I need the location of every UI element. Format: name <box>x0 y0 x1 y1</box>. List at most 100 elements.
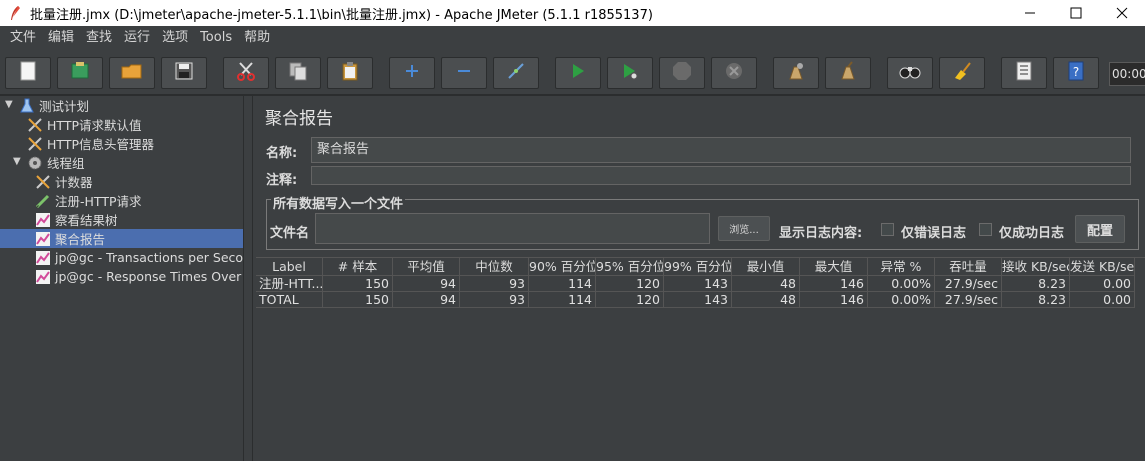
table-cell: 114 <box>529 292 596 308</box>
configure-button[interactable]: 配置 <box>1075 215 1125 243</box>
comment-field[interactable] <box>311 166 1131 185</box>
save-button[interactable] <box>161 57 207 89</box>
table-cell: 48 <box>732 276 800 292</box>
split-pane-divider[interactable] <box>243 96 253 461</box>
table-cell: 48 <box>732 292 800 308</box>
tree-item-label: 线程组 <box>47 156 85 171</box>
table-row[interactable]: TOTAL 150 94 93 114 120 143 48 146 0.00%… <box>256 292 1135 308</box>
toolbar: ? 00:00: <box>0 52 1145 94</box>
clear-button[interactable] <box>773 57 819 89</box>
cut-button[interactable] <box>223 57 269 89</box>
column-header[interactable]: 异常 % <box>868 258 935 276</box>
help-button[interactable]: ? <box>1053 57 1099 89</box>
clear-all-button[interactable] <box>825 57 871 89</box>
column-header[interactable]: 中位数 <box>460 258 529 276</box>
collapse-all-button[interactable] <box>441 57 487 89</box>
table-cell: 0.00 <box>1070 276 1135 292</box>
success-only-checkbox[interactable] <box>979 223 992 236</box>
minimize-button[interactable] <box>1007 0 1053 26</box>
tree-item-label: jp@gc - Transactions per Second <box>55 250 243 265</box>
start-no-pauses-button[interactable] <box>607 57 653 89</box>
column-header[interactable]: 最小值 <box>732 258 800 276</box>
menu-tools[interactable]: Tools <box>194 26 238 50</box>
collapse-arrow-icon[interactable]: ▼ <box>13 156 21 167</box>
paste-button[interactable] <box>327 57 373 89</box>
templates-button[interactable] <box>57 57 103 89</box>
column-header[interactable]: 吞吐量 <box>935 258 1002 276</box>
table-cell: 150 <box>323 276 393 292</box>
column-header[interactable]: 发送 KB/sec <box>1070 258 1135 276</box>
menu-run[interactable]: 运行 <box>118 26 156 50</box>
tree-item-thread-group[interactable]: 线程组 <box>26 153 85 172</box>
table-cell: 27.9/sec <box>935 292 1002 308</box>
jmeter-feather-icon <box>6 4 24 22</box>
tree-item-results-tree[interactable]: 察看结果树 <box>34 210 118 229</box>
browse-button[interactable]: 浏览... <box>718 216 770 241</box>
column-header[interactable]: 95% 百分位 <box>596 258 664 276</box>
tree-item-tps[interactable]: jp@gc - Transactions per Second <box>34 248 243 267</box>
toggle-button[interactable] <box>493 57 539 89</box>
expand-all-button[interactable] <box>389 57 435 89</box>
table-row[interactable]: 注册-HTT... 150 94 93 114 120 143 48 146 0… <box>256 276 1135 292</box>
menu-edit[interactable]: 编辑 <box>42 26 80 50</box>
tree-item-label: jp@gc - Response Times Over Tir <box>55 269 243 284</box>
shutdown-button[interactable] <box>711 57 757 89</box>
column-header[interactable]: 90% 百分位 <box>529 258 596 276</box>
file-output-legend: 所有数据写入一个文件 <box>271 193 406 212</box>
scissors-icon <box>236 61 256 85</box>
start-button[interactable] <box>555 57 601 89</box>
open-button[interactable] <box>109 57 155 89</box>
column-header[interactable]: 接收 KB/sec <box>1002 258 1070 276</box>
broom-icon <box>838 61 858 85</box>
filename-label: 文件名 <box>270 226 310 241</box>
menu-help[interactable]: 帮助 <box>238 26 276 50</box>
reset-search-button[interactable] <box>939 57 985 89</box>
table-cell: 注册-HTT... <box>256 276 323 292</box>
pen-icon <box>34 192 52 210</box>
copy-button[interactable] <box>275 57 321 89</box>
wrench-icon <box>26 135 44 153</box>
tree-item-label: 测试计划 <box>39 99 90 114</box>
errors-only-checkbox[interactable] <box>881 223 894 236</box>
filename-field[interactable] <box>315 213 710 244</box>
wrench-icon <box>26 116 44 134</box>
tree-item-register-request[interactable]: 注册-HTTP请求 <box>34 191 142 210</box>
name-label: 名称: <box>266 146 298 161</box>
tree-item-label: HTTP信息头管理器 <box>47 137 154 152</box>
tree-item-label: 计数器 <box>55 175 93 190</box>
chart-icon <box>34 211 52 229</box>
collapse-arrow-icon[interactable]: ▼ <box>5 99 13 110</box>
column-header[interactable]: 最大值 <box>800 258 868 276</box>
aggregate-table: Label # 样本 平均值 中位数 90% 百分位 95% 百分位 99% 百… <box>256 257 1145 461</box>
tree-item-http-defaults[interactable]: HTTP请求默认值 <box>26 115 142 134</box>
tree-item-header-manager[interactable]: HTTP信息头管理器 <box>26 134 154 153</box>
table-cell: 146 <box>800 276 868 292</box>
column-header[interactable]: 99% 百分位 <box>664 258 732 276</box>
tree-item-response-times[interactable]: jp@gc - Response Times Over Tir <box>34 267 243 286</box>
tree-item-label: 注册-HTTP请求 <box>55 194 142 209</box>
tree-item-counter[interactable]: 计数器 <box>34 172 93 191</box>
menu-file[interactable]: 文件 <box>4 26 42 50</box>
search-button[interactable] <box>887 57 933 89</box>
maximize-button[interactable] <box>1053 0 1099 26</box>
stop-icon <box>672 61 692 85</box>
new-button[interactable] <box>5 57 51 89</box>
menu-options[interactable]: 选项 <box>156 26 194 50</box>
table-cell: TOTAL <box>256 292 323 308</box>
close-button[interactable] <box>1099 0 1145 26</box>
column-header[interactable]: # 样本 <box>323 258 393 276</box>
broom-gear-icon <box>786 61 806 85</box>
tree-item-aggregate-report[interactable]: 聚合报告 <box>34 229 106 248</box>
name-field[interactable]: 聚合报告 <box>311 137 1131 163</box>
column-header[interactable]: 平均值 <box>393 258 460 276</box>
table-cell: 143 <box>664 276 732 292</box>
comment-label: 注释: <box>266 173 298 188</box>
function-helper-button[interactable] <box>1001 57 1047 89</box>
stop-button[interactable] <box>659 57 705 89</box>
column-header[interactable]: Label <box>256 258 323 276</box>
title-bar: 批量注册.jmx (D:\jmeter\apache-jmeter-5.1.1\… <box>0 0 1145 26</box>
list-icon <box>1015 61 1033 85</box>
tree-item-label: HTTP请求默认值 <box>47 118 142 133</box>
menu-search[interactable]: 查找 <box>80 26 118 50</box>
tree-item-test-plan[interactable]: 测试计划 <box>18 96 89 115</box>
